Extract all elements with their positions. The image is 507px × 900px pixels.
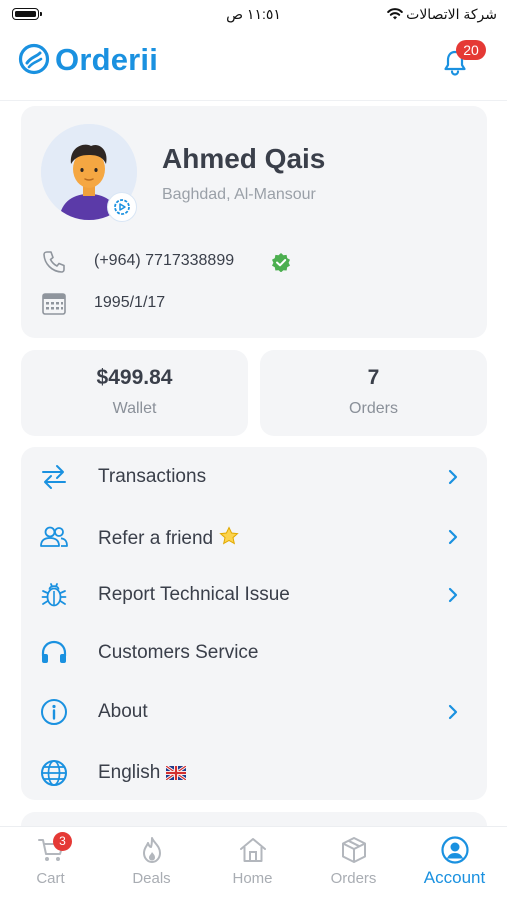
wallet-card[interactable]: $499.84 Wallet bbox=[21, 350, 248, 436]
menu-item-language[interactable]: English bbox=[21, 745, 487, 799]
menu-item-about[interactable]: About bbox=[21, 684, 487, 738]
phone-row: (+964) 7717338899 bbox=[41, 249, 461, 275]
menu-item-label: Transactions bbox=[98, 466, 207, 487]
profile-card: Ahmed Qais Baghdad, Al-Mansour (+964) 77… bbox=[21, 106, 487, 338]
star-icon bbox=[219, 526, 239, 552]
users-icon bbox=[40, 526, 68, 547]
verified-badge-icon bbox=[272, 253, 290, 272]
carrier-name: شركة الاتصالات bbox=[406, 6, 497, 22]
orders-count: 7 bbox=[367, 366, 380, 389]
header-divider bbox=[0, 100, 507, 101]
avatar-settings-button[interactable] bbox=[107, 192, 137, 222]
transfer-arrows-icon bbox=[42, 465, 66, 489]
tab-deals[interactable]: Deals bbox=[101, 827, 202, 900]
phone-icon bbox=[43, 251, 65, 273]
menu-item-label: Customers Service bbox=[98, 642, 259, 663]
bug-icon bbox=[41, 583, 67, 607]
tab-label: Cart bbox=[36, 870, 65, 887]
chevron-right-icon bbox=[448, 529, 458, 545]
orderii-logo-icon bbox=[18, 43, 50, 75]
menu-item-transactions[interactable]: Transactions bbox=[21, 449, 487, 503]
menu-item-label: English bbox=[98, 762, 188, 786]
notification-badge: 20 bbox=[456, 40, 486, 60]
box-icon bbox=[342, 837, 366, 863]
menu-item-label: Refer a friend bbox=[98, 526, 239, 552]
orders-label: Orders bbox=[349, 400, 398, 417]
chevron-right-icon bbox=[448, 587, 458, 603]
account-icon bbox=[441, 836, 469, 864]
wallet-label: Wallet bbox=[112, 400, 157, 417]
gear-icon bbox=[114, 199, 130, 215]
birth-date: 1995/1/17 bbox=[94, 294, 166, 311]
tab-label: Orders bbox=[330, 870, 377, 887]
calendar-icon bbox=[42, 293, 66, 315]
menu-item-label: Report Technical Issue bbox=[98, 584, 290, 605]
account-menu: Transactions Refer a friend Report Techn… bbox=[21, 447, 487, 800]
tab-cart[interactable]: 3 Cart bbox=[0, 827, 101, 900]
menu-item-label: About bbox=[98, 701, 148, 722]
info-icon bbox=[41, 699, 67, 725]
chevron-right-icon bbox=[448, 704, 458, 720]
wallet-balance: $499.84 bbox=[96, 366, 173, 389]
bottom-tab-bar: 3 Cart Deals Home Orders Account bbox=[0, 826, 507, 900]
cart-badge: 3 bbox=[53, 832, 72, 851]
tab-label: Home bbox=[232, 870, 273, 887]
profile-location: Baghdad, Al-Mansour bbox=[162, 186, 316, 203]
phone-number: (+964) 7717338899 bbox=[94, 252, 235, 269]
birthdate-row: 1995/1/17 bbox=[41, 291, 461, 317]
orders-card[interactable]: 7 Orders bbox=[260, 350, 487, 436]
status-bar: ١١:٥١ ص شركة الاتصالات bbox=[0, 0, 507, 30]
uk-flag-icon bbox=[165, 764, 188, 786]
tab-orders[interactable]: Orders bbox=[303, 827, 404, 900]
profile-name: Ahmed Qais bbox=[162, 143, 326, 174]
menu-item-report-issue[interactable]: Report Technical Issue bbox=[21, 567, 487, 621]
wifi-icon bbox=[387, 8, 403, 20]
flame-icon bbox=[143, 837, 161, 863]
chevron-right-icon bbox=[448, 469, 458, 485]
tab-label: Deals bbox=[132, 870, 171, 887]
menu-item-refer-friend[interactable]: Refer a friend bbox=[21, 509, 487, 563]
tab-account[interactable]: Account bbox=[404, 827, 505, 900]
globe-icon bbox=[41, 760, 67, 786]
tab-home[interactable]: Home bbox=[202, 827, 303, 900]
tab-label: Account bbox=[423, 868, 486, 887]
home-icon bbox=[240, 838, 266, 862]
headphones-icon bbox=[41, 640, 67, 663]
menu-item-customer-service[interactable]: Customers Service bbox=[21, 625, 487, 679]
app-header: Orderii 20 bbox=[0, 38, 507, 86]
app-logo-text: Orderii bbox=[55, 42, 159, 77]
